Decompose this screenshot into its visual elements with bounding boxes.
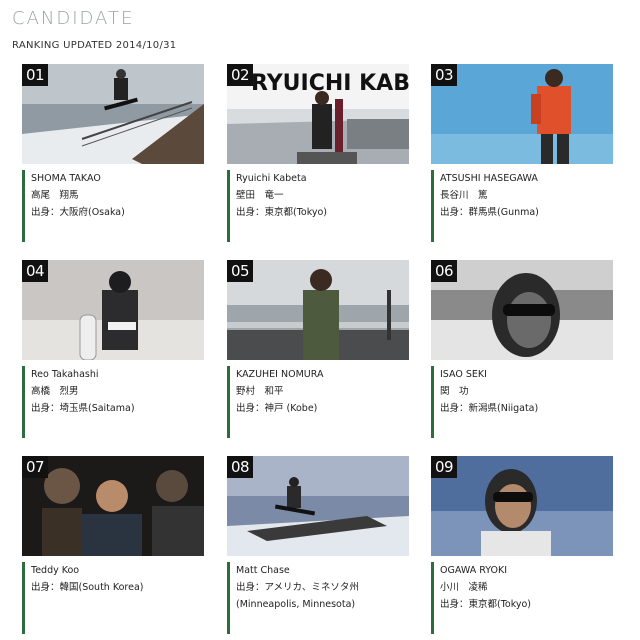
- candidate-origin: 出身：韓国(South Korea): [31, 582, 144, 593]
- rank-number-badge: 02: [227, 64, 253, 86]
- rank-number-badge: 06: [431, 260, 457, 282]
- candidate-info: ATSUSHI HASEGAWA 長谷川 篤 出身：群馬県(Gunma): [431, 170, 613, 242]
- candidate-card-07[interactable]: 07 Teddy Koo 出身：韓国(South Korea): [22, 456, 204, 634]
- rank-number-badge: 04: [22, 260, 48, 282]
- photo-overlay-text: RYUICHI KABETA: [251, 71, 409, 96]
- rank-number-badge: 09: [431, 456, 457, 478]
- candidate-card-06[interactable]: 06 ISAO SEKI 関 功 出身：新潟県(Niigata): [431, 260, 613, 438]
- candidate-card-04[interactable]: 04 Reo Takahashi 高橋 烈男 出身：埼玉県(Saitama): [22, 260, 204, 438]
- candidate-origin: 出身：大阪府(Osaka): [31, 207, 125, 218]
- page-title: CANDIDATE: [12, 8, 135, 29]
- candidate-name-jp: 関 功: [440, 386, 469, 397]
- candidate-name-jp: 小川 凌稀: [440, 582, 488, 593]
- candidate-name-jp: 高尾 翔馬: [31, 190, 79, 201]
- candidate-card-02[interactable]: RYUICHI KABETA 02 Ryuichi Kabeta 壁田 竜一 出…: [227, 64, 409, 242]
- candidate-info: Matt Chase 出身：アメリカ、ミネソタ州 (Minneapolis, M…: [227, 562, 409, 634]
- candidate-photo[interactable]: 06: [431, 260, 613, 360]
- candidate-name-jp: 高橋 烈男: [31, 386, 79, 397]
- candidate-photo[interactable]: RYUICHI KABETA 02: [227, 64, 409, 164]
- candidate-name-jp: 壁田 竜一: [236, 190, 284, 201]
- candidate-photo[interactable]: 09: [431, 456, 613, 556]
- candidate-photo[interactable]: 01: [22, 64, 204, 164]
- candidate-origin: 出身：新潟県(Niigata): [440, 403, 539, 414]
- candidate-photo[interactable]: 07: [22, 456, 204, 556]
- rank-number-badge: 03: [431, 64, 457, 86]
- candidate-card-05[interactable]: 05 KAZUHEI NOMURA 野村 和平 出身：神戸 (Kobe): [227, 260, 409, 438]
- candidate-info: ISAO SEKI 関 功 出身：新潟県(Niigata): [431, 366, 613, 438]
- candidate-origin: 出身：アメリカ、ミネソタ州: [236, 582, 359, 593]
- rank-number-badge: 01: [22, 64, 48, 86]
- candidate-name: ATSUSHI HASEGAWA: [440, 173, 538, 184]
- candidate-origin: 出身：群馬県(Gunma): [440, 207, 539, 218]
- candidate-photo[interactable]: 03: [431, 64, 613, 164]
- candidate-name: SHOMA TAKAO: [31, 173, 101, 184]
- candidate-info: OGAWA RYOKI 小川 凌稀 出身：東京都(Tokyo): [431, 562, 613, 634]
- candidate-card-01[interactable]: 01 SHOMA TAKAO 高尾 翔馬 出身：大阪府(Osaka): [22, 64, 204, 242]
- candidate-card-08[interactable]: 08 Matt Chase 出身：アメリカ、ミネソタ州 (Minneapolis…: [227, 456, 409, 634]
- candidate-origin-detail: (Minneapolis, Minnesota): [236, 599, 356, 610]
- candidate-info: Teddy Koo 出身：韓国(South Korea): [22, 562, 204, 634]
- candidate-name: KAZUHEI NOMURA: [236, 369, 324, 380]
- candidate-photo[interactable]: 04: [22, 260, 204, 360]
- candidate-name-jp: 長谷川 篤: [440, 190, 488, 201]
- candidate-name: Reo Takahashi: [31, 369, 99, 380]
- candidate-photo[interactable]: 05: [227, 260, 409, 360]
- candidate-name: Teddy Koo: [31, 565, 80, 576]
- candidate-origin: 出身：東京都(Tokyo): [236, 207, 328, 218]
- candidate-name-jp: 野村 和平: [236, 386, 284, 397]
- candidate-info: Reo Takahashi 高橋 烈男 出身：埼玉県(Saitama): [22, 366, 204, 438]
- ranking-updated-date: RANKING UPDATED 2014/10/31: [12, 40, 177, 51]
- rank-number-badge: 08: [227, 456, 253, 478]
- candidate-card-09[interactable]: 09 OGAWA RYOKI 小川 凌稀 出身：東京都(Tokyo): [431, 456, 613, 634]
- candidate-origin: 出身：神戸 (Kobe): [236, 403, 318, 414]
- candidate-name: ISAO SEKI: [440, 369, 487, 380]
- candidate-origin: 出身：埼玉県(Saitama): [31, 403, 135, 414]
- rank-number-badge: 07: [22, 456, 48, 478]
- candidate-info: Ryuichi Kabeta 壁田 竜一 出身：東京都(Tokyo): [227, 170, 409, 242]
- rank-number-badge: 05: [227, 260, 253, 282]
- candidate-photo[interactable]: 08: [227, 456, 409, 556]
- candidate-name: Ryuichi Kabeta: [236, 173, 307, 184]
- candidate-info: KAZUHEI NOMURA 野村 和平 出身：神戸 (Kobe): [227, 366, 409, 438]
- candidate-card-03[interactable]: 03 ATSUSHI HASEGAWA 長谷川 篤 出身：群馬県(Gunma): [431, 64, 613, 242]
- candidate-name: Matt Chase: [236, 565, 290, 576]
- candidate-info: SHOMA TAKAO 高尾 翔馬 出身：大阪府(Osaka): [22, 170, 204, 242]
- candidate-origin: 出身：東京都(Tokyo): [440, 599, 532, 610]
- candidate-name: OGAWA RYOKI: [440, 565, 507, 576]
